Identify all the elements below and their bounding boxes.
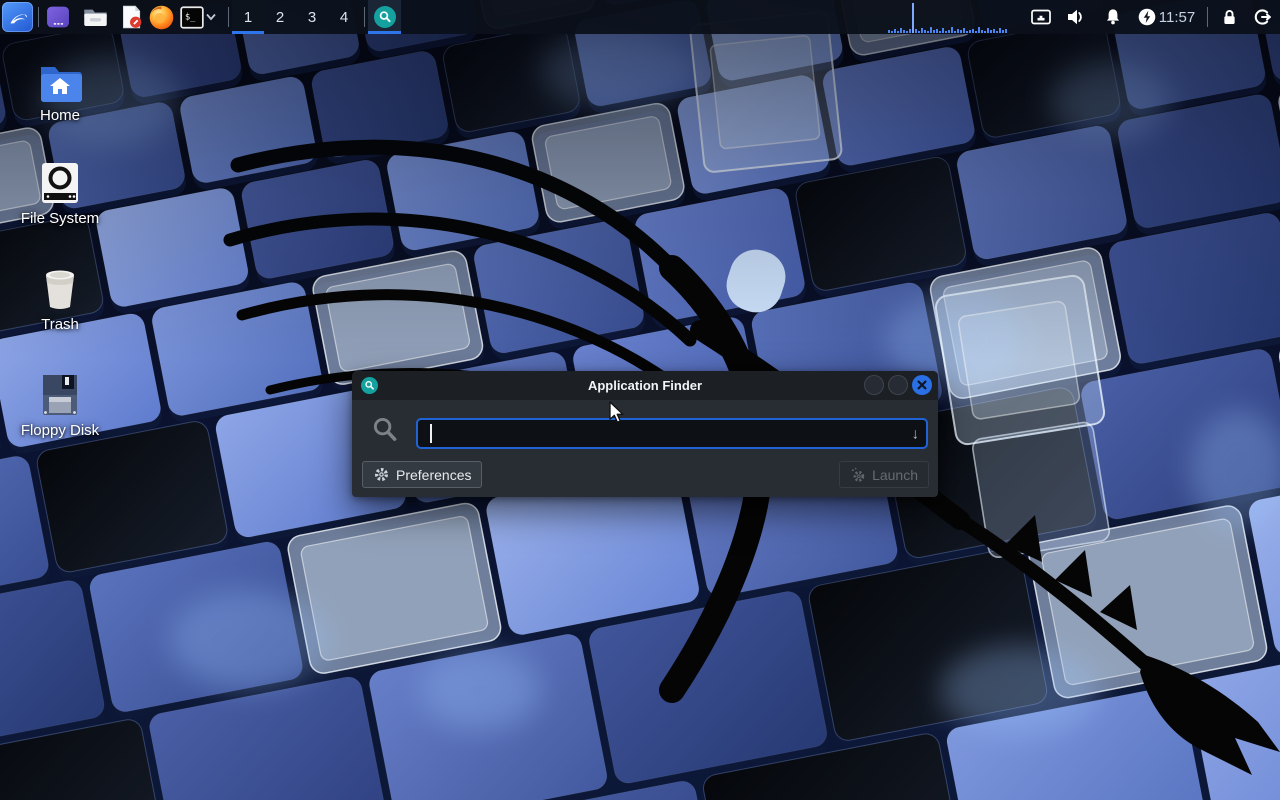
maximize-button[interactable] bbox=[888, 375, 908, 395]
text-editor-launcher[interactable] bbox=[116, 0, 146, 34]
desktop-icon-label: Floppy Disk bbox=[8, 422, 112, 439]
desktop-icon-label: Trash bbox=[8, 316, 112, 333]
desktop-icon-file-system[interactable]: File System bbox=[8, 159, 112, 227]
desktop-app-icon bbox=[45, 4, 71, 30]
close-button[interactable] bbox=[912, 375, 932, 395]
trash-can-icon bbox=[8, 265, 112, 311]
terminal-dropdown[interactable] bbox=[203, 0, 219, 34]
logout-icon bbox=[1252, 7, 1273, 27]
clock-time: 11:57 bbox=[1159, 9, 1195, 26]
file-manager-icon bbox=[82, 4, 109, 31]
desktop-icon-floppy-disk[interactable]: Floppy Disk bbox=[8, 371, 112, 439]
launch-button[interactable]: Launch bbox=[839, 461, 929, 488]
panel-clock[interactable]: 11:57 bbox=[1154, 0, 1200, 34]
workspace-button-2[interactable]: 2 bbox=[264, 0, 296, 34]
kali-menu-button[interactable] bbox=[2, 2, 33, 32]
workspace-label: 2 bbox=[276, 9, 284, 26]
window-title: Application Finder bbox=[352, 378, 938, 393]
firefox-icon bbox=[148, 4, 175, 31]
text-caret bbox=[430, 424, 432, 443]
launch-label: Launch bbox=[872, 467, 918, 483]
speaker-icon bbox=[1066, 7, 1087, 27]
panel-separator bbox=[1207, 7, 1208, 27]
desktop-icon-home[interactable]: Home bbox=[8, 56, 112, 124]
top-panel: $_ 1 2 3 4 bbox=[0, 0, 1280, 34]
terminal-icon: $_ bbox=[179, 5, 205, 30]
desktop-icon-trash[interactable]: Trash bbox=[8, 265, 112, 333]
search-entry: ↓ bbox=[416, 418, 928, 449]
taskbar-application-finder[interactable] bbox=[368, 0, 401, 34]
desktop-icon-label: File System bbox=[8, 210, 112, 227]
workspace-button-4[interactable]: 4 bbox=[328, 0, 360, 34]
search-input[interactable] bbox=[418, 420, 926, 447]
text-editor-icon bbox=[118, 4, 144, 30]
logout-button[interactable] bbox=[1249, 0, 1275, 34]
file-manager-launcher[interactable] bbox=[80, 0, 110, 34]
workspace-label: 3 bbox=[308, 9, 316, 26]
desktop-app-launcher[interactable] bbox=[43, 0, 73, 34]
kali-desktop: { "panel": { "workspaces": { "items": ["… bbox=[0, 0, 1280, 800]
hard-drive-icon bbox=[8, 159, 112, 205]
home-folder-icon bbox=[8, 56, 112, 102]
firefox-launcher[interactable] bbox=[146, 0, 176, 34]
panel-separator bbox=[228, 7, 229, 27]
network-tray-item[interactable] bbox=[1028, 0, 1054, 34]
titlebar[interactable]: Application Finder bbox=[352, 371, 938, 400]
magnifier-icon bbox=[378, 10, 392, 24]
minimize-button[interactable] bbox=[864, 375, 884, 395]
workspace-label: 4 bbox=[340, 9, 348, 26]
chevron-down-icon bbox=[205, 13, 217, 21]
lock-icon bbox=[1220, 7, 1239, 27]
gear-icon bbox=[373, 466, 390, 483]
workspace-label: 1 bbox=[244, 9, 252, 26]
preferences-button[interactable]: Preferences bbox=[362, 461, 482, 488]
launch-gear-icon bbox=[850, 467, 866, 483]
application-finder-window: Application Finder ↓ Prefere bbox=[352, 371, 938, 497]
network-icon bbox=[1030, 7, 1052, 27]
app-finder-task-icon bbox=[374, 6, 396, 28]
preferences-label: Preferences bbox=[396, 467, 471, 483]
workspace-button-1[interactable]: 1 bbox=[232, 0, 264, 34]
floppy-disk-icon bbox=[8, 371, 112, 417]
kali-dragon-icon bbox=[6, 5, 30, 29]
desktop-icon-label: Home bbox=[8, 107, 112, 124]
panel-separator bbox=[38, 7, 39, 27]
lock-screen-button[interactable] bbox=[1216, 0, 1242, 34]
close-icon bbox=[917, 380, 927, 390]
search-icon bbox=[372, 416, 399, 449]
bell-icon bbox=[1103, 7, 1123, 27]
system-load-graph[interactable] bbox=[888, 0, 1020, 34]
volume-tray-item[interactable] bbox=[1063, 0, 1089, 34]
workspace-button-3[interactable]: 3 bbox=[296, 0, 328, 34]
notifications-tray-item[interactable] bbox=[1100, 0, 1126, 34]
terminal-glyph: $_ bbox=[185, 12, 196, 22]
panel-separator bbox=[364, 7, 365, 27]
